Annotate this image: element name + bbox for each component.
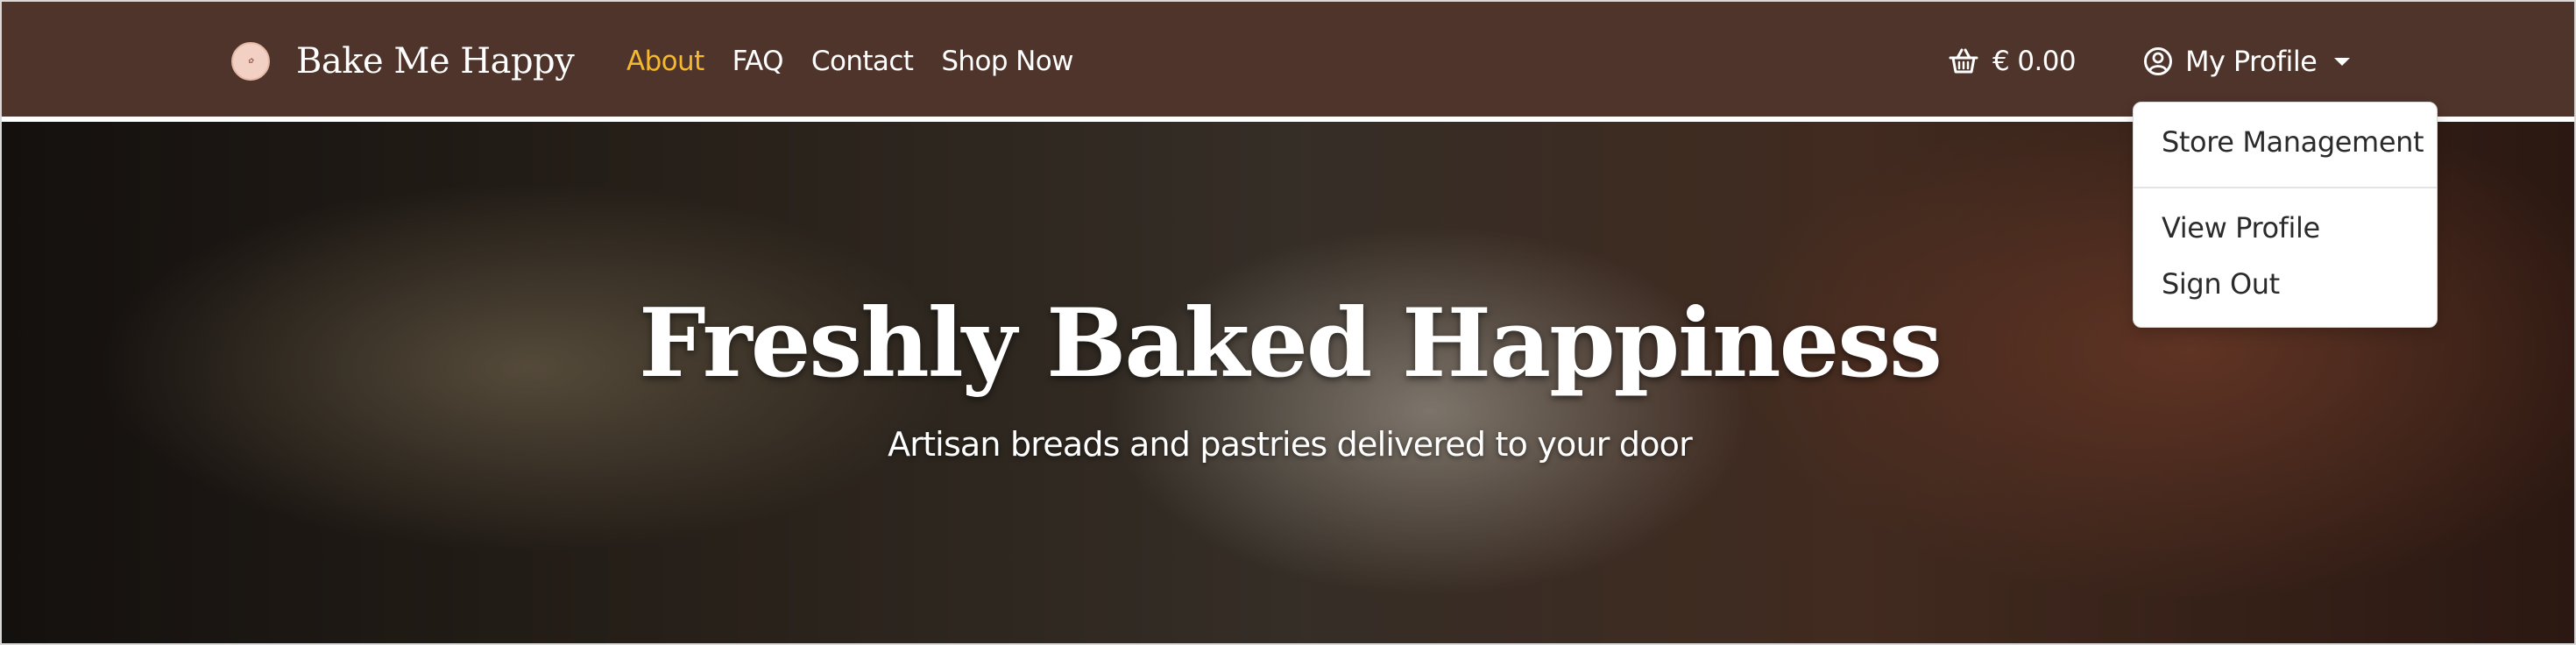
bakery-logo-icon: ✿ [231, 42, 270, 81]
nav-link-about[interactable]: About [626, 46, 704, 77]
menu-divider [2134, 187, 2437, 188]
user-circle-icon [2144, 47, 2172, 75]
nav-link-contact[interactable]: Contact [811, 46, 914, 77]
cart-total: € 0.00 [1992, 46, 2077, 77]
brand-name: Bake Me Happy [296, 41, 575, 82]
basket-icon [1949, 48, 1978, 74]
menu-item-view-profile[interactable]: View Profile [2162, 211, 2320, 245]
profile-label: My Profile [2185, 45, 2318, 78]
nav-link-faq[interactable]: FAQ [732, 46, 784, 77]
profile-dropdown-menu: Store Management View Profile Sign Out [2133, 102, 2438, 328]
main-nav: About FAQ Contact Shop Now [626, 42, 1073, 81]
hero-subtitle: Artisan breads and pastries delivered to… [888, 425, 1693, 464]
cart-button[interactable]: € 0.00 [1949, 40, 2077, 82]
nav-link-shop-now[interactable]: Shop Now [941, 46, 1073, 77]
page-frame: ✿ Bake Me Happy About FAQ Contact Shop N… [0, 0, 2576, 645]
caret-down-icon [2334, 57, 2351, 66]
profile-dropdown-toggle[interactable]: My Profile [2143, 40, 2351, 82]
menu-item-store-management[interactable]: Store Management [2162, 125, 2424, 159]
brand[interactable]: ✿ Bake Me Happy [231, 40, 575, 82]
menu-item-sign-out[interactable]: Sign Out [2162, 267, 2280, 301]
